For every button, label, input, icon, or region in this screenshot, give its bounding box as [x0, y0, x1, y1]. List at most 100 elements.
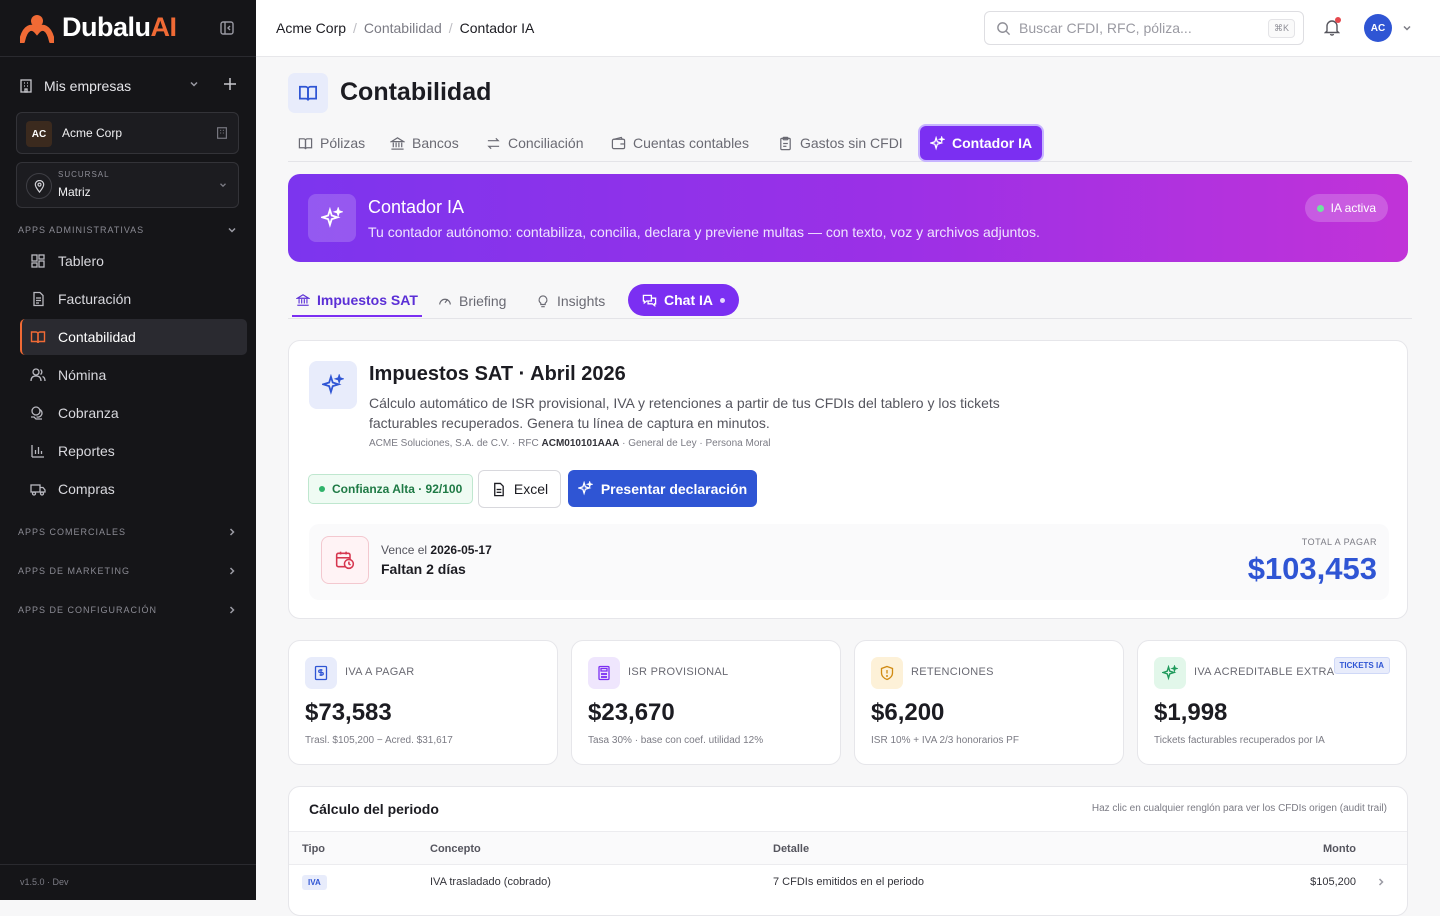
submit-label: Presentar declaración [600, 480, 748, 497]
sidebar-item-nomina[interactable]: Nómina [20, 357, 247, 393]
section-config-apps[interactable]: APPS DE CONFIGURACIÓN [18, 604, 238, 616]
tickets-ia-badge: TICKETS IA [1333, 657, 1390, 674]
export-excel-button[interactable]: Excel [478, 470, 561, 508]
sidebar-item-reportes[interactable]: Reportes [20, 433, 247, 469]
logo[interactable]: DubaluAI [20, 12, 177, 43]
confidence-badge: Confianza Alta · 92/100 [308, 474, 474, 504]
book-icon [298, 137, 313, 149]
tab-conciliacion[interactable]: Conciliación [476, 126, 593, 160]
book-icon [30, 331, 46, 344]
kpi-label: RETENCIONES [911, 666, 994, 678]
user-avatar[interactable]: AC [1364, 14, 1392, 42]
breadcrumb-item[interactable]: Acme Corp [276, 20, 346, 36]
sidebar-item-facturacion[interactable]: Facturación [20, 281, 247, 317]
tab-polizas[interactable]: Pólizas [288, 126, 375, 160]
meta-rfc-label: RFC [518, 438, 539, 449]
status-dot [1316, 204, 1324, 212]
breadcrumb-separator: / [353, 20, 357, 36]
chevron-down-icon [220, 183, 226, 188]
kpi-label: IVA A PAGAR [345, 666, 415, 678]
tab-label: Cuentas contables [633, 135, 749, 151]
period-calculation-card: Cálculo del periodo Haz clic en cualquie… [288, 786, 1408, 916]
type-tag: IVA [302, 875, 327, 890]
banner-title: Contador IA [368, 197, 465, 217]
sidebar: DubaluAI Mis empresas AC Acme Corp SUCUR… [0, 0, 256, 900]
sidebar-divider [0, 56, 256, 57]
kpi-iva-a-pagar[interactable]: IVA A PAGAR $73,583 Trasl. $105,200 − Ac… [288, 640, 558, 765]
section-config-apps-label: APPS DE CONFIGURACIÓN [18, 605, 158, 615]
sparkles-icon [930, 135, 945, 150]
logo-text: DubaluAI [62, 12, 177, 42]
section-admin-apps[interactable]: APPS ADMINISTRATIVAS [18, 224, 238, 236]
kpi-value: $73,583 [305, 699, 392, 726]
table-header: Tipo Concepto Detalle Monto [289, 831, 1407, 865]
notifications-bell-icon[interactable] [1324, 17, 1341, 36]
section-marketing-apps[interactable]: APPS DE MARKETING [18, 565, 238, 577]
meta-company: ACME Soluciones, S.A. de C.V. [369, 438, 510, 449]
tab-contador-ia[interactable]: Contador IA [920, 126, 1043, 160]
clipboard-icon [780, 136, 791, 150]
chevron-down-icon[interactable] [1401, 22, 1413, 34]
tab-briefing[interactable]: Briefing [438, 284, 506, 317]
chevron-right-icon[interactable] [1375, 876, 1387, 888]
sidebar-item-tablero[interactable]: Tablero [20, 243, 247, 279]
submit-declaration-button[interactable]: Presentar declaración [568, 470, 757, 507]
search-box[interactable]: ⌘K [984, 11, 1304, 45]
calc-hint: Haz clic en cualquier renglón para ver l… [1091, 803, 1387, 814]
section-marketing-apps-label: APPS DE MARKETING [18, 566, 131, 576]
company-selector[interactable]: AC Acme Corp [16, 112, 239, 154]
tab-impuestos-sat[interactable]: Impuestos SAT [292, 284, 422, 317]
sidebar-divider [0, 864, 256, 865]
invoice-icon [33, 291, 44, 307]
chevron-down-icon[interactable] [188, 78, 200, 90]
collapse-sidebar-icon[interactable] [217, 18, 237, 38]
chevron-right-icon [229, 528, 235, 536]
kpi-retenciones[interactable]: RETENCIONES $6,200 ISR 10% + IVA 2/3 hon… [854, 640, 1124, 765]
search-input[interactable] [1019, 20, 1249, 36]
my-companies[interactable]: Mis empresas [18, 74, 238, 98]
tab-cuentas-contables[interactable]: Cuentas contables [601, 126, 759, 160]
sidebar-item-label: Tablero [58, 253, 104, 269]
sidebar-item-cobranza[interactable]: Cobranza [20, 395, 247, 431]
chevron-down-icon [228, 227, 236, 233]
truck-icon [30, 484, 46, 496]
kpi-isr-provisional[interactable]: ISR PROVISIONAL $23,670 Tasa 30% · base … [571, 640, 841, 765]
people-icon [30, 368, 46, 382]
table-row[interactable]: IVA IVA trasladado (cobrado) 7 CFDIs emi… [289, 865, 1407, 899]
tab-chat-ia[interactable]: Chat IA [628, 284, 739, 316]
subtab-label: Insights [557, 292, 606, 309]
calc-title: Cálculo del periodo [309, 801, 439, 817]
subtab-label: Chat IA [664, 292, 713, 308]
sidebar-item-contabilidad[interactable]: Contabilidad [20, 319, 247, 355]
row-concept: IVA trasladado (cobrado) [430, 876, 551, 888]
tab-bancos[interactable]: Bancos [380, 126, 469, 160]
breadcrumb-separator: / [448, 20, 453, 36]
tax-summary-card: Impuestos SAT · Abril 2026 Cálculo autom… [288, 340, 1408, 619]
location-pin-icon [26, 173, 52, 199]
add-company-icon[interactable] [223, 77, 237, 91]
building-icon [217, 127, 227, 139]
wallet-icon [611, 136, 626, 149]
tab-insights[interactable]: Insights [536, 284, 605, 317]
banner-subtitle: Tu contador autónomo: contabiliza, conci… [368, 224, 1040, 240]
receipt-icon [305, 657, 337, 689]
chat-indicator-dot [720, 297, 725, 303]
meta-rfc: ACM010101AAA [541, 438, 620, 449]
breadcrumb-current: Contador IA [459, 20, 535, 36]
book-icon [288, 73, 328, 113]
kpi-iva-acreditable-extra[interactable]: IVA ACREDITABLE EXTRA TICKETS IA $1,998 … [1137, 640, 1407, 765]
section-commercial-apps[interactable]: APPS COMERCIALES [18, 526, 238, 538]
sidebar-item-compras[interactable]: Compras [20, 471, 247, 507]
sparkles-icon [309, 361, 357, 409]
my-companies-label: Mis empresas [44, 78, 132, 94]
kpi-note: Trasl. $105,200 − Acred. $31,617 [305, 735, 453, 746]
total-label: TOTAL A PAGAR [1301, 537, 1377, 547]
branch-selector[interactable]: SUCURSAL Matriz [16, 162, 239, 208]
tax-card-title: Impuestos SAT · Abril 2026 [369, 363, 626, 385]
tab-label: Conciliación [508, 135, 584, 151]
due-date-value: 2026-05-17 [430, 543, 492, 557]
due-prefix: Vence el [381, 543, 428, 557]
breadcrumb-item[interactable]: Contabilidad [364, 20, 442, 36]
logo-icon [20, 14, 54, 43]
tab-gastos-sin-cfdi[interactable]: Gastos sin CFDI [768, 126, 913, 160]
